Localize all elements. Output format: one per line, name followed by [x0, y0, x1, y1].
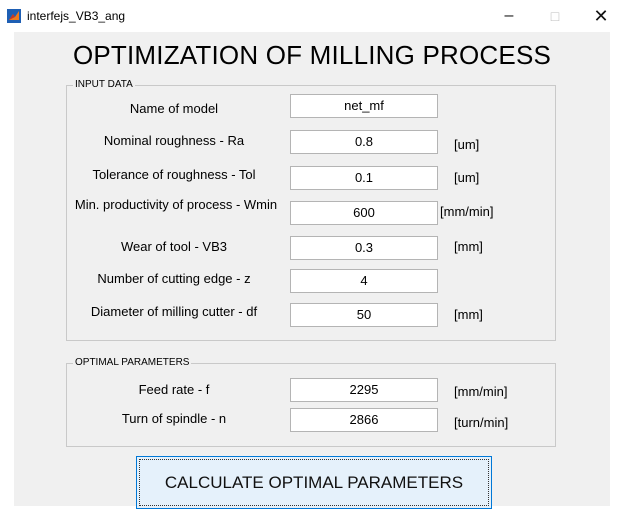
cutter-diameter-unit: [mm]	[454, 307, 483, 322]
spindle-turn-field[interactable]: 2866	[290, 408, 438, 432]
optimal-parameters-panel: OPTIMAL PARAMETERS Feed rate - f 2295 [m…	[66, 357, 556, 447]
nominal-roughness-field[interactable]: 0.8	[290, 130, 438, 154]
roughness-tolerance-field[interactable]: 0.1	[290, 166, 438, 190]
nominal-roughness-unit: [um]	[454, 137, 480, 152]
spindle-turn-label: Turn of spindle - n	[121, 411, 227, 426]
input-data-panel-title: INPUT DATA	[73, 79, 135, 91]
min-productivity-unit: [mm/min]	[440, 204, 494, 219]
feed-rate-unit: [mm/min]	[454, 384, 508, 399]
roughness-tolerance-label: Tolerance of roughness - Tol	[92, 167, 256, 182]
calculate-optimal-parameters-button[interactable]: CALCULATE OPTIMAL PARAMETERS	[136, 456, 492, 509]
page-title: OPTIMIZATION OF MILLING PROCESS	[72, 40, 552, 70]
min-productivity-label: Min. productivity of process - Wmin	[74, 197, 278, 212]
nominal-roughness-label: Nominal roughness - Ra	[103, 133, 245, 148]
model-name-field[interactable]: net_mf	[290, 94, 438, 118]
tool-wear-unit: [mm]	[454, 239, 483, 254]
figure-client-area: OPTIMIZATION OF MILLING PROCESS INPUT DA…	[14, 32, 610, 509]
minimize-button[interactable]: –	[486, 0, 532, 32]
cutter-diameter-field[interactable]: 50	[290, 303, 438, 327]
optimal-parameters-panel-title: OPTIMAL PARAMETERS	[73, 357, 192, 369]
roughness-tolerance-unit: [um]	[454, 170, 480, 185]
feed-rate-label: Feed rate - f	[138, 382, 210, 397]
spindle-turn-unit: [turn/min]	[454, 415, 509, 430]
tool-wear-label: Wear of tool - VB3	[121, 239, 227, 254]
min-productivity-field[interactable]: 600	[290, 201, 438, 225]
feed-rate-field[interactable]: 2295	[290, 378, 438, 402]
model-name-label: Name of model	[129, 101, 219, 116]
maximize-button[interactable]: □	[532, 0, 578, 32]
close-button[interactable]: ✕	[578, 0, 624, 32]
cutter-diameter-label: Diameter of milling cutter - df	[90, 304, 258, 319]
tool-wear-field[interactable]: 0.3	[290, 236, 438, 260]
matlab-app-icon	[7, 9, 21, 23]
window-titlebar[interactable]: interfejs_VB3_ang – □ ✕	[0, 0, 624, 32]
window-title: interfejs_VB3_ang	[27, 9, 126, 23]
input-data-panel: INPUT DATA Name of model net_mf Nominal …	[66, 79, 556, 341]
cutting-edge-field[interactable]: 4	[290, 269, 438, 293]
cutting-edge-label: Number of cutting edge - z	[97, 271, 251, 286]
